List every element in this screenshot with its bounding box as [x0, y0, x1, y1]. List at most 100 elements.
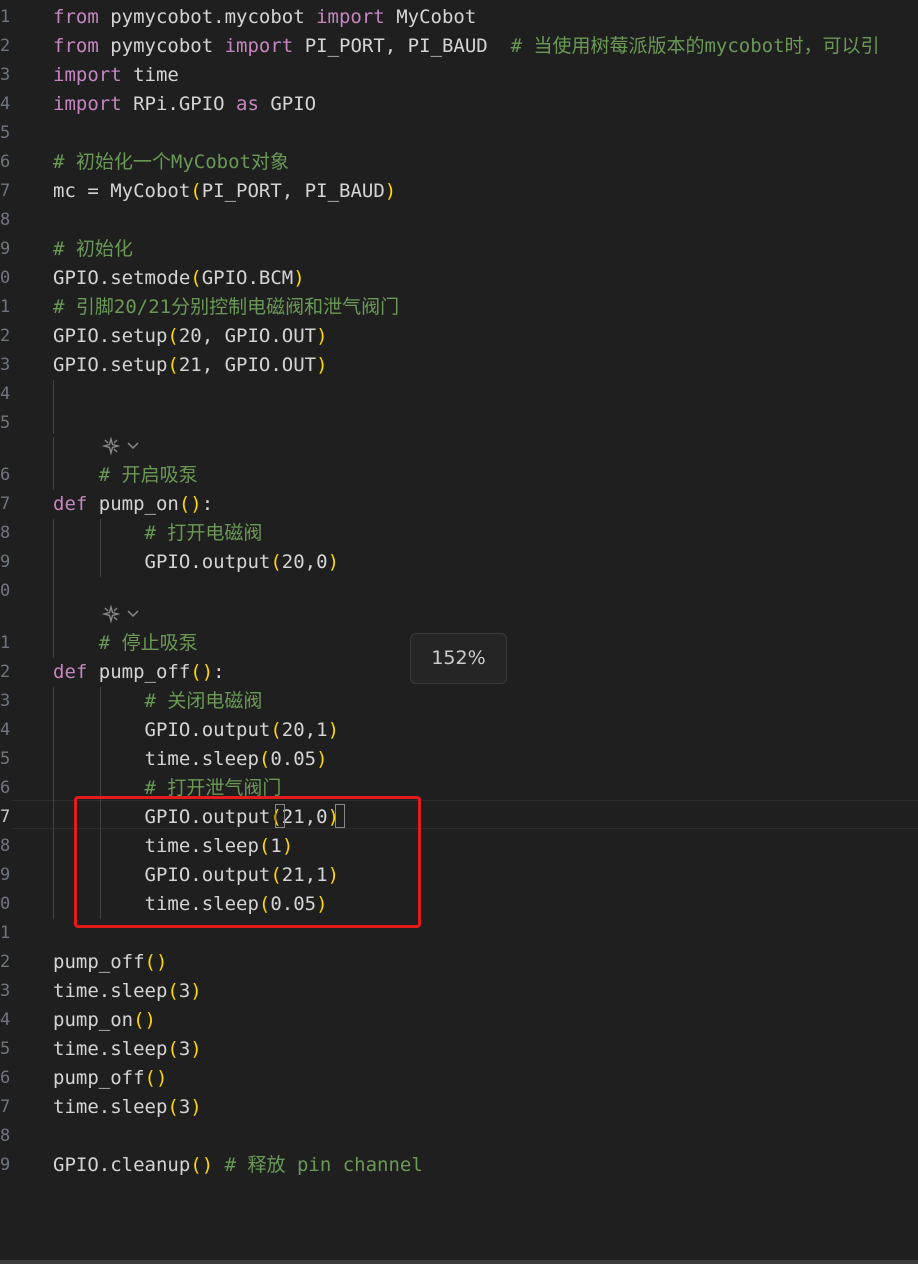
code-line[interactable]: 1 # 引脚20/21分别控制电磁阀和泄气阀门 — [0, 293, 918, 322]
code-line[interactable]: 5 time.sleep(3) — [0, 1035, 918, 1064]
code-text: GPIO.setup(21, GPIO.OUT) — [53, 351, 328, 380]
indent-guide — [53, 687, 54, 919]
code-text: pump_off() — [53, 948, 167, 977]
code-token: as — [236, 93, 259, 115]
code-token: # 引脚20/21分别控制电磁阀和泄气阀门 — [53, 296, 400, 318]
code-token: ( — [190, 180, 202, 202]
code-token: () — [133, 1009, 156, 1031]
indent-guide — [53, 380, 54, 434]
code-line[interactable]: 1 from pymycobot.mycobot import MyCobot — [0, 3, 918, 32]
code-line[interactable]: 9 GPIO.cleanup() # 释放 pin channel — [0, 1151, 918, 1180]
code-token: # 初始化一个MyCobot对象 — [53, 151, 289, 173]
code-token: # 停止吸泵 — [53, 632, 198, 654]
code-line[interactable]: 7 time.sleep(3) — [0, 1093, 918, 1122]
code-token: ( — [190, 267, 202, 289]
code-text: # 开启吸泵 — [53, 461, 198, 490]
code-token: 3 — [178, 1096, 191, 1118]
code-editor[interactable]: 1 from pymycobot.mycobot import MyCobot 2 f… — [0, 0, 918, 1260]
code-line[interactable]: 8 # 打开电磁阀 — [0, 519, 918, 548]
code-line[interactable]: 7 def pump_on(): — [0, 490, 918, 519]
codelens-pump-off[interactable] — [102, 603, 140, 625]
code-line[interactable]: 2 pump_off() — [0, 948, 918, 977]
line-number: 2 — [0, 952, 11, 972]
code-token: def — [53, 661, 88, 683]
code-token: 20, GPIO.OUT — [178, 325, 317, 347]
code-line[interactable]: 4 import RPi.GPIO as GPIO — [0, 90, 918, 119]
code-token: ( — [270, 719, 282, 741]
code-line[interactable]: 3 time.sleep(3) — [0, 977, 918, 1006]
code-token: ) — [316, 748, 328, 770]
code-line[interactable]: 4 GPIO.output(20,1) — [0, 716, 918, 745]
code-line[interactable]: 4 — [0, 380, 918, 409]
line-number: 2 — [0, 326, 11, 346]
code-token: () — [144, 951, 168, 973]
line-number: 7 — [0, 807, 11, 827]
code-token: 0.05 — [270, 748, 317, 770]
chevron-down-icon[interactable] — [126, 441, 140, 451]
codelens-pump-on[interactable] — [102, 435, 140, 457]
line-number: 3 — [0, 691, 11, 711]
line-number: 2 — [0, 36, 11, 56]
code-token: mc = MyCobot — [53, 180, 191, 202]
code-line[interactable]: 0 — [0, 577, 918, 606]
code-token: ( — [167, 1096, 179, 1118]
chevron-down-icon[interactable] — [126, 609, 140, 619]
code-line[interactable]: 9 GPIO.output(20,0) — [0, 548, 918, 577]
line-number: 5 — [0, 123, 11, 143]
code-line[interactable]: 0 GPIO.setmode(GPIO.BCM) — [0, 264, 918, 293]
line-number: 9 — [0, 865, 11, 885]
code-token: GPIO.setup — [53, 325, 168, 347]
code-token: time — [121, 64, 179, 86]
line-number: 2 — [0, 662, 11, 682]
code-line[interactable]: 3 GPIO.setup(21, GPIO.OUT) — [0, 351, 918, 380]
code-token: # 关闭电磁阀 — [53, 690, 263, 712]
code-line[interactable]: 2 from pymycobot import PI_PORT, PI_BAUD … — [0, 32, 918, 61]
code-token: ( — [167, 325, 179, 347]
code-token: time.sleep — [53, 1096, 168, 1118]
code-line[interactable]: 6 # 初始化一个MyCobot对象 — [0, 148, 918, 177]
code-token: GPIO — [258, 93, 317, 115]
code-line[interactable]: 9 # 初始化 — [0, 235, 918, 264]
code-token: ) — [190, 980, 202, 1002]
sparkle-icon[interactable] — [102, 605, 120, 623]
code-line[interactable]: 5 time.sleep(0.05) — [0, 745, 918, 774]
code-token: 20,0 — [281, 551, 328, 573]
code-text: time.sleep(0.05) — [53, 745, 328, 774]
code-token: # 释放 pin channel — [224, 1154, 423, 1176]
code-line[interactable]: 3 # 关闭电磁阀 — [0, 687, 918, 716]
code-text: import RPi.GPIO as GPIO — [53, 90, 316, 119]
code-text: time.sleep(3) — [53, 977, 202, 1006]
sparkle-icon[interactable] — [102, 437, 120, 455]
code-text: GPIO.setup(20, GPIO.OUT) — [53, 322, 328, 351]
code-token: pymycobot.mycobot — [98, 6, 317, 28]
code-token: def — [53, 493, 88, 515]
code-token: ) — [190, 1038, 202, 1060]
line-number: 0 — [0, 894, 11, 914]
code-line[interactable]: 4 pump_on() — [0, 1006, 918, 1035]
code-token: RPi.GPIO — [121, 93, 237, 115]
code-text: # 初始化 — [53, 235, 133, 264]
code-token: 3 — [178, 980, 191, 1002]
code-token: GPIO.setup — [53, 354, 168, 376]
code-token: GPIO.output — [53, 719, 271, 741]
code-token: PI_PORT, PI_BAUD — [293, 35, 511, 57]
code-token: ( — [167, 354, 179, 376]
code-text: # 引脚20/21分别控制电磁阀和泄气阀门 — [53, 293, 399, 322]
line-number: 7 — [0, 181, 11, 201]
code-line[interactable]: 5 — [0, 409, 918, 438]
code-line[interactable]: 8 — [0, 1122, 918, 1151]
code-line[interactable]: 2 GPIO.setup(20, GPIO.OUT) — [0, 322, 918, 351]
code-text: def pump_off(): — [53, 658, 225, 687]
code-token: import — [53, 64, 122, 86]
red-highlight-box — [74, 796, 421, 928]
code-line[interactable]: 3 import time — [0, 61, 918, 90]
line-number: 8 — [0, 210, 11, 230]
code-text: # 停止吸泵 — [53, 629, 198, 658]
code-line[interactable]: 6 # 开启吸泵 — [0, 461, 918, 490]
indent-guide — [100, 519, 101, 577]
code-line[interactable]: 6 pump_off() — [0, 1064, 918, 1093]
code-line[interactable]: 5 — [0, 119, 918, 148]
code-line[interactable]: 8 — [0, 206, 918, 235]
code-line[interactable]: 7 mc = MyCobot(PI_PORT, PI_BAUD) — [0, 177, 918, 206]
